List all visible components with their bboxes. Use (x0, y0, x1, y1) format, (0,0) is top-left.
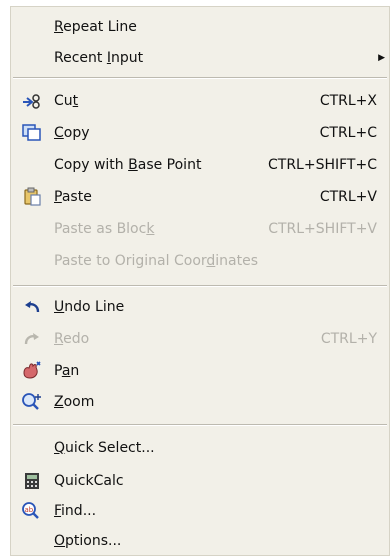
menu-item-label: Pan (54, 362, 80, 379)
redo-icon (21, 328, 43, 350)
menu-item-paste-to-original-coordinates[interactable]: Paste to Original Coordinates (11, 245, 389, 276)
menu-item-label: Redo (54, 330, 90, 347)
menu-item-label: Paste as Block (54, 220, 155, 237)
copy-icon (21, 122, 43, 144)
menu-item-label: Paste to Original Coordinates (54, 252, 259, 269)
shortcut-label: CTRL+V (319, 188, 377, 205)
menu-item-paste-as-block[interactable]: Paste as Block CTRL+SHIFT+V (11, 213, 389, 244)
menu-item-repeat-line[interactable]: Repeat Line (11, 11, 389, 42)
shortcut-label: CTRL+X (319, 92, 377, 109)
shortcut-label: CTRL+SHIFT+C (268, 156, 377, 173)
menu-item-quickcalc[interactable]: QuickCalc (11, 465, 389, 496)
menu-item-label: Paste (54, 188, 92, 205)
menu-item-options[interactable]: Options... (11, 525, 389, 556)
menu-item-cut[interactable]: Cut CTRL+X (11, 85, 389, 116)
find-icon: ab (21, 500, 43, 522)
menu-separator (13, 424, 387, 426)
menu-item-label: Options... (54, 532, 122, 549)
menu-item-label: Copy with Base Point (54, 156, 202, 173)
shortcut-label: CTRL+SHIFT+V (268, 220, 377, 237)
pan-icon (21, 360, 43, 382)
menu-item-label: QuickCalc (54, 472, 124, 489)
undo-icon (21, 296, 43, 318)
submenu-arrow-icon: ▶ (378, 52, 385, 63)
scissors-icon (21, 90, 43, 112)
menu-item-label: Copy (54, 124, 90, 141)
menu-item-paste[interactable]: Paste CTRL+V (11, 181, 389, 212)
menu-item-recent-input[interactable]: Recent Input ▶ (11, 42, 389, 73)
shortcut-label: CTRL+C (319, 124, 377, 141)
menu-item-label: Recent Input (54, 49, 144, 66)
menu-item-pan[interactable]: Pan (11, 355, 389, 386)
zoom-icon (21, 391, 43, 413)
menu-item-find[interactable]: ab Find... (11, 495, 389, 526)
svg-text:ab: ab (25, 506, 34, 514)
menu-item-label: Zoom (54, 393, 95, 410)
shortcut-label: CTRL+Y (320, 330, 377, 347)
menu-item-redo[interactable]: Redo CTRL+Y (11, 323, 389, 354)
menu-item-label: Find... (54, 502, 97, 519)
menu-separator (13, 77, 387, 79)
menu-item-copy[interactable]: Copy CTRL+C (11, 117, 389, 148)
menu-item-label: Repeat Line (54, 18, 137, 35)
calculator-icon (21, 470, 43, 492)
menu-item-label: Cut (54, 92, 79, 109)
paste-icon (21, 186, 43, 208)
menu-item-undo-line[interactable]: Undo Line (11, 291, 389, 322)
menu-item-label: Undo Line (54, 298, 125, 315)
context-menu: Repeat Line Recent Input ▶ Cut CTRL+X Co… (10, 6, 390, 556)
menu-item-copy-with-base-point[interactable]: Copy with Base Point CTRL+SHIFT+C (11, 149, 389, 180)
menu-item-quick-select[interactable]: Quick Select... (11, 432, 389, 463)
menu-item-label: Quick Select... (54, 439, 155, 456)
menu-separator (13, 285, 387, 287)
menu-item-zoom[interactable]: Zoom (11, 386, 389, 417)
